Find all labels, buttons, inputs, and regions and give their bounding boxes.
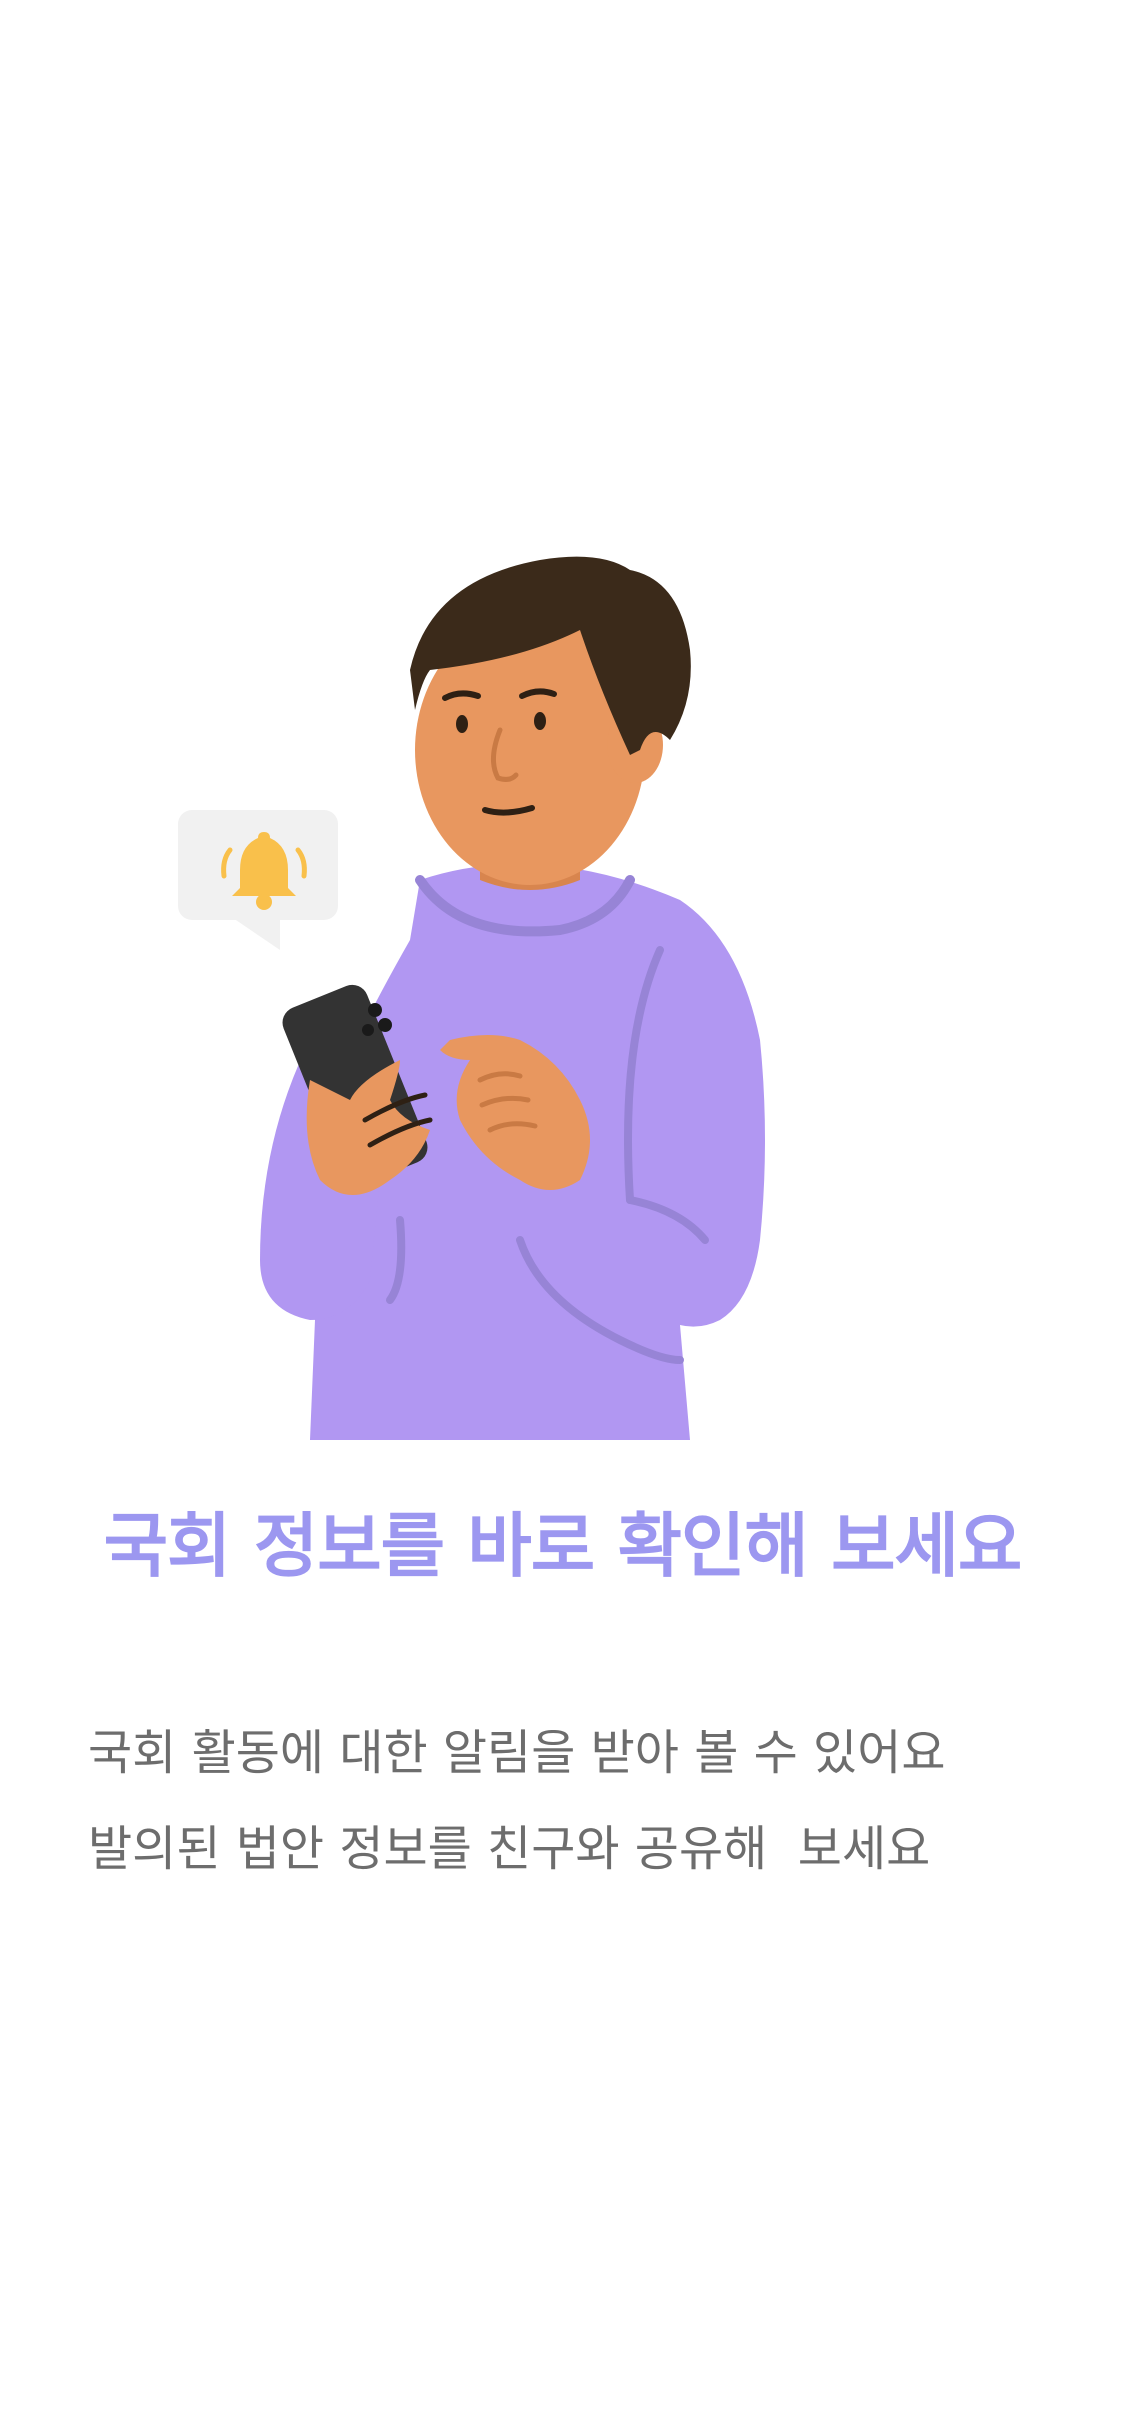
description-line-1: 국회 활동에 대한 알림을 받아 볼 수 있어요 [88,1725,946,1781]
notification-bubble [178,810,338,950]
onboarding-illustration [160,520,860,1460]
onboarding-description: 국회 활동에 대한 알림을 받아 볼 수 있어요 발의된 법안 정보를 친구와 … [88,1705,1078,1897]
onboarding-headline: 국회 정보를 바로 확인해 보세요 [103,1505,1023,1587]
person-figure [260,556,765,1440]
description-line-2: 발의된 법안 정보를 친구와 공유해 보세요 [88,1821,931,1877]
